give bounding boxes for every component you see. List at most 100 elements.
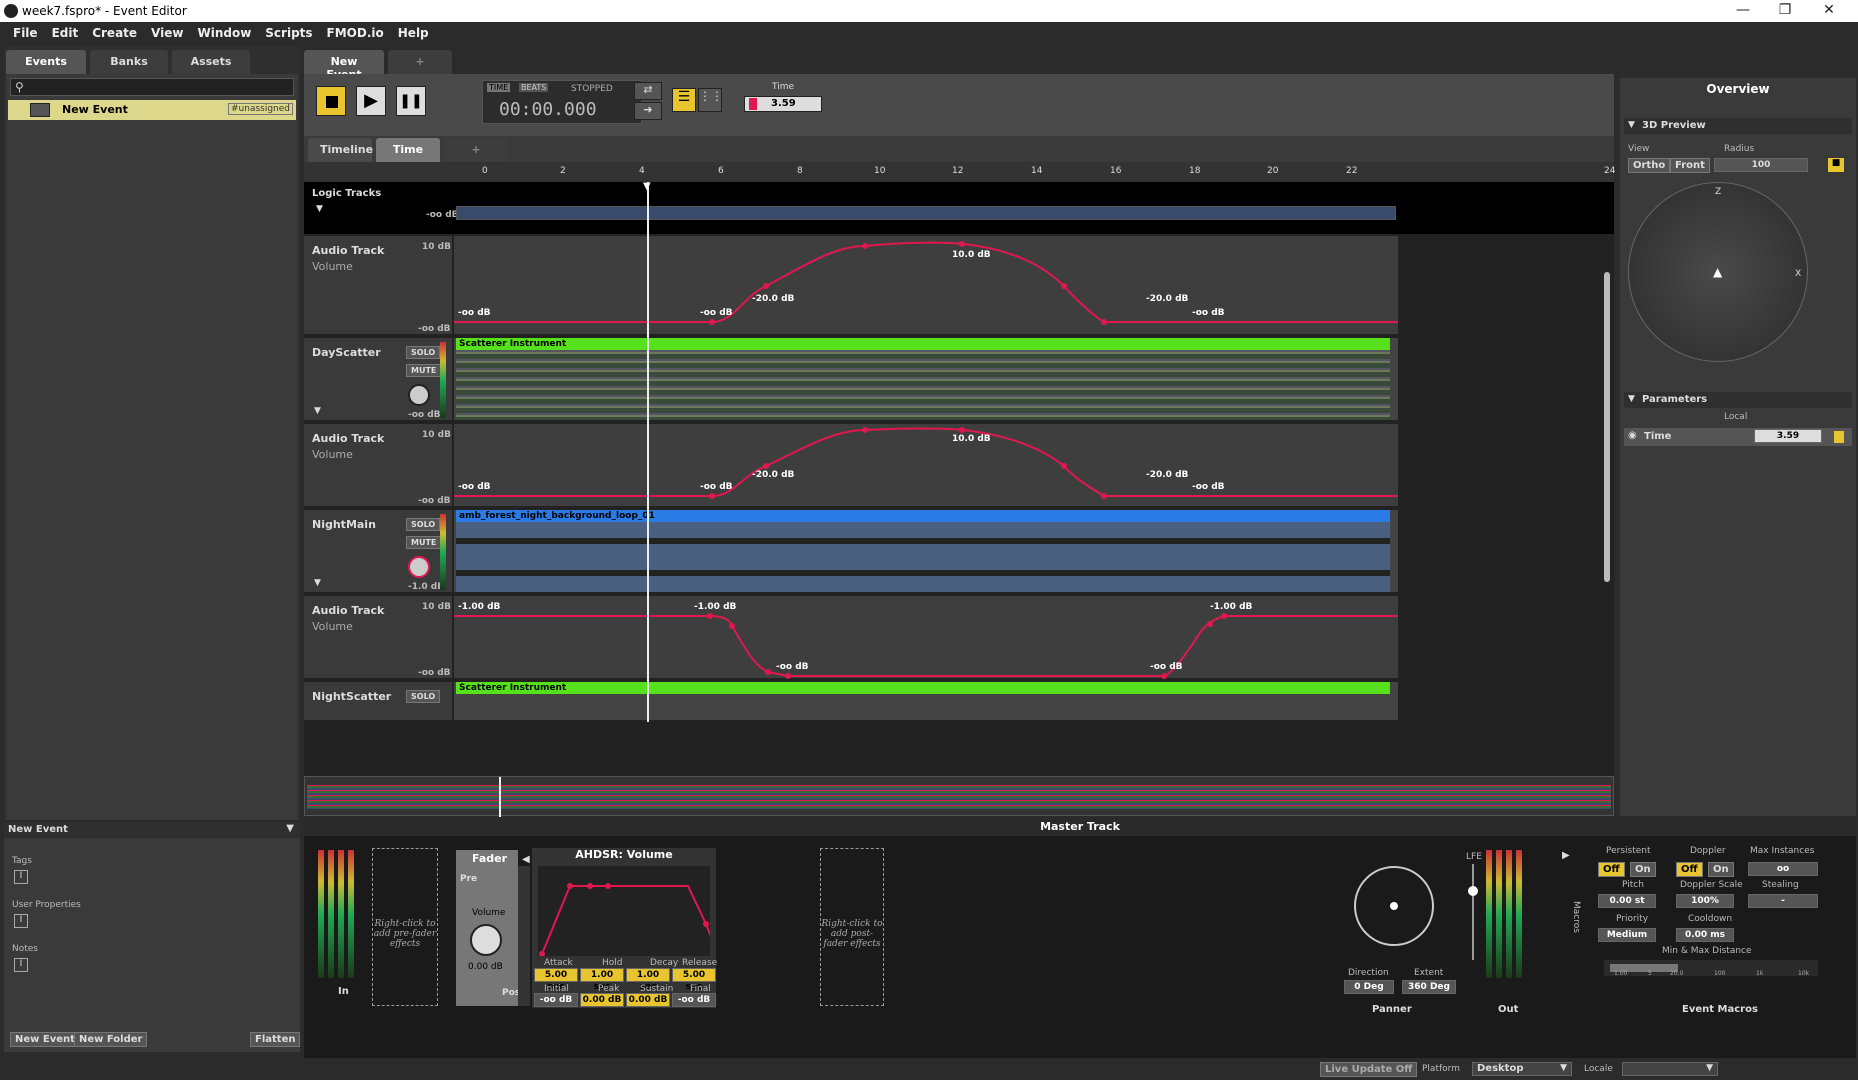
beats-mode-button[interactable]: BEATS xyxy=(519,83,549,92)
doppler-scale-field[interactable]: 100% xyxy=(1676,894,1734,908)
volume-knob[interactable] xyxy=(408,384,430,406)
tab-timeline[interactable]: Timeline xyxy=(308,138,373,162)
automation-track-head[interactable]: Audio Track Volume 10 dB -oo dB xyxy=(304,236,452,336)
menu-file[interactable]: File xyxy=(6,22,45,44)
tab-time[interactable]: Time xyxy=(376,138,440,162)
decay-field[interactable]: 1.00 sec xyxy=(626,968,670,992)
solo-button[interactable]: SOLO xyxy=(406,518,441,531)
master-volume-knob[interactable] xyxy=(470,924,502,956)
parameters-header[interactable]: ▼ Parameters xyxy=(1624,392,1852,408)
track-nightmain[interactable]: NightMain SOLO MUTE ▼ -1.0 dB xyxy=(304,510,452,594)
final-field[interactable]: -oo dB xyxy=(672,993,716,1007)
attack-field[interactable]: 5.00 sec xyxy=(534,968,578,992)
pitch-field[interactable]: 0.00 st xyxy=(1598,894,1656,908)
locale-select[interactable]: ▼ xyxy=(1622,1062,1718,1076)
vertical-scrollbar[interactable] xyxy=(1604,272,1610,582)
lane-nightscatter[interactable]: Scatterer Instrument xyxy=(454,682,1398,722)
tab-events[interactable]: Events xyxy=(6,50,86,74)
menu-edit[interactable]: Edit xyxy=(45,22,86,44)
menu-fmodio[interactable]: FMOD.io xyxy=(320,22,391,44)
automation-lane[interactable]: -1.00 dB -1.00 dB -oo dB -oo dB -1.00 dB xyxy=(454,596,1398,680)
collapse-arrow-icon[interactable]: ◀ xyxy=(522,854,530,865)
solo-button[interactable]: SOLO xyxy=(406,346,441,359)
detail-header[interactable]: New Event ▼ xyxy=(4,822,300,838)
minimize-icon[interactable]: — xyxy=(1728,2,1758,18)
lane-nightmain[interactable]: amb_forest_night_background_loop_01 xyxy=(454,510,1398,594)
menu-create[interactable]: Create xyxy=(85,22,144,44)
doppler-off-button[interactable]: Off xyxy=(1676,862,1703,877)
release-field[interactable]: 5.00 sec xyxy=(672,968,716,992)
tab-new-event[interactable]: New Event xyxy=(304,50,384,81)
track-dayscatter[interactable]: DayScatter SOLO MUTE ▼ -oo dB xyxy=(304,338,452,422)
volume-curve[interactable] xyxy=(454,596,1398,680)
text-edit-icon[interactable]: I xyxy=(14,870,28,884)
priority-field[interactable]: Medium xyxy=(1598,928,1656,942)
menu-view[interactable]: View xyxy=(144,22,190,44)
panner-dial[interactable] xyxy=(1354,866,1434,946)
doppler-on-button[interactable]: On xyxy=(1708,862,1734,877)
flatten-button[interactable]: Flatten xyxy=(250,1032,301,1047)
list-item[interactable]: New Event #unassigned xyxy=(8,100,296,120)
search-input[interactable]: ⚲ xyxy=(10,78,294,96)
direction-field[interactable]: 0 Deg xyxy=(1344,980,1394,994)
play-button[interactable]: ▶ xyxy=(356,86,386,116)
lfe-handle[interactable] xyxy=(1468,886,1478,896)
extent-field[interactable]: 360 Deg xyxy=(1402,980,1456,994)
timeline-ruler[interactable]: 0 2 4 6 8 10 12 14 16 18 20 22 24 xyxy=(304,162,1615,182)
track-nightscatter[interactable]: NightScatter SOLO xyxy=(304,682,452,722)
distance-slider[interactable]: 1.00 5 20.0 100 1k 10k xyxy=(1604,960,1818,977)
tracks-view-button[interactable]: ☰ xyxy=(672,88,696,112)
scatterer-region[interactable]: Scatterer Instrument xyxy=(456,338,1390,350)
pause-button[interactable]: ❚❚ xyxy=(396,86,426,116)
param-value-field[interactable]: 3.59 xyxy=(1754,429,1822,443)
tab-add-param[interactable]: + xyxy=(444,138,508,162)
radius-field[interactable]: 100 xyxy=(1714,158,1808,172)
menu-window[interactable]: Window xyxy=(190,22,258,44)
ahdsr-module[interactable]: AHDSR: Volume Attack Hold Decay Release … xyxy=(532,848,719,1008)
volume-curve[interactable] xyxy=(454,424,1398,508)
automation-track-head[interactable]: Audio Track Volume 10 dB -oo dB xyxy=(304,596,452,680)
volume-knob[interactable] xyxy=(408,556,430,578)
timeline-overview-strip[interactable] xyxy=(304,776,1614,817)
audio-region[interactable]: amb_forest_night_background_loop_01 xyxy=(456,510,1390,522)
mute-button[interactable]: MUTE xyxy=(406,536,442,549)
tab-add-button[interactable]: + xyxy=(388,50,452,74)
scatterer-region[interactable]: Scatterer Instrument xyxy=(456,682,1390,694)
maximize-icon[interactable]: ❐ xyxy=(1770,2,1800,18)
pre-fader-slot[interactable]: Right-click to add pre-fader effects xyxy=(372,848,438,1006)
automation-lane[interactable]: -oo dB -oo dB -20.0 dB 10.0 dB -20.0 dB … xyxy=(454,424,1398,508)
persistent-off-button[interactable]: Off xyxy=(1598,862,1625,877)
fader-module[interactable]: Fader Pre Volume 0.00 dB Post xyxy=(456,850,524,1006)
lane-dayscatter[interactable]: Scatterer Instrument xyxy=(454,338,1398,422)
follow-button[interactable]: ➜ xyxy=(634,102,662,120)
text-edit-icon[interactable]: I xyxy=(14,914,28,928)
chevron-down-icon[interactable]: ▼ xyxy=(286,823,294,834)
chevron-down-icon[interactable]: ▼ xyxy=(316,204,323,214)
preview-header[interactable]: ▼ 3D Preview xyxy=(1624,118,1852,134)
playhead-marker-icon[interactable]: ▼ xyxy=(643,181,651,192)
automation-track-head[interactable]: Audio Track Volume 10 dB -oo dB xyxy=(304,424,452,508)
hold-field[interactable]: 1.00 sec xyxy=(580,968,624,992)
ahdsr-graph[interactable] xyxy=(538,866,719,957)
loop-button[interactable]: ⇄ xyxy=(634,82,662,100)
tab-banks[interactable]: Banks xyxy=(90,50,168,74)
chevron-down-icon[interactable]: ▼ xyxy=(314,578,321,588)
menu-help[interactable]: Help xyxy=(391,22,436,44)
volume-curve[interactable] xyxy=(454,236,1398,336)
lfe-slider[interactable] xyxy=(1472,864,1474,960)
cooldown-field[interactable]: 0.00 ms xyxy=(1676,928,1734,942)
persistent-on-button[interactable]: On xyxy=(1630,862,1656,877)
automation-lane[interactable]: -oo dB -oo dB -20.0 dB 10.0 dB -20.0 dB … xyxy=(454,236,1398,336)
post-fader-slot[interactable]: Right-click to add post-fader effects xyxy=(820,848,884,1006)
sustain-field[interactable]: 0.00 dB xyxy=(626,993,670,1007)
platform-select[interactable]: Desktop ▼ xyxy=(1472,1062,1572,1076)
close-icon[interactable]: ✕ xyxy=(1814,2,1844,18)
logic-region[interactable] xyxy=(456,206,1396,220)
solo-button[interactable]: SOLO xyxy=(406,690,441,703)
expand-arrow-icon[interactable]: ▶ xyxy=(1562,850,1570,861)
lock-icon[interactable]: ■ xyxy=(1828,158,1844,172)
mixer-view-button[interactable]: ⋮⋮ xyxy=(698,88,723,112)
front-button[interactable]: Front xyxy=(1670,158,1710,173)
initial-field[interactable]: -oo dB xyxy=(534,993,578,1007)
menu-scripts[interactable]: Scripts xyxy=(258,22,319,44)
